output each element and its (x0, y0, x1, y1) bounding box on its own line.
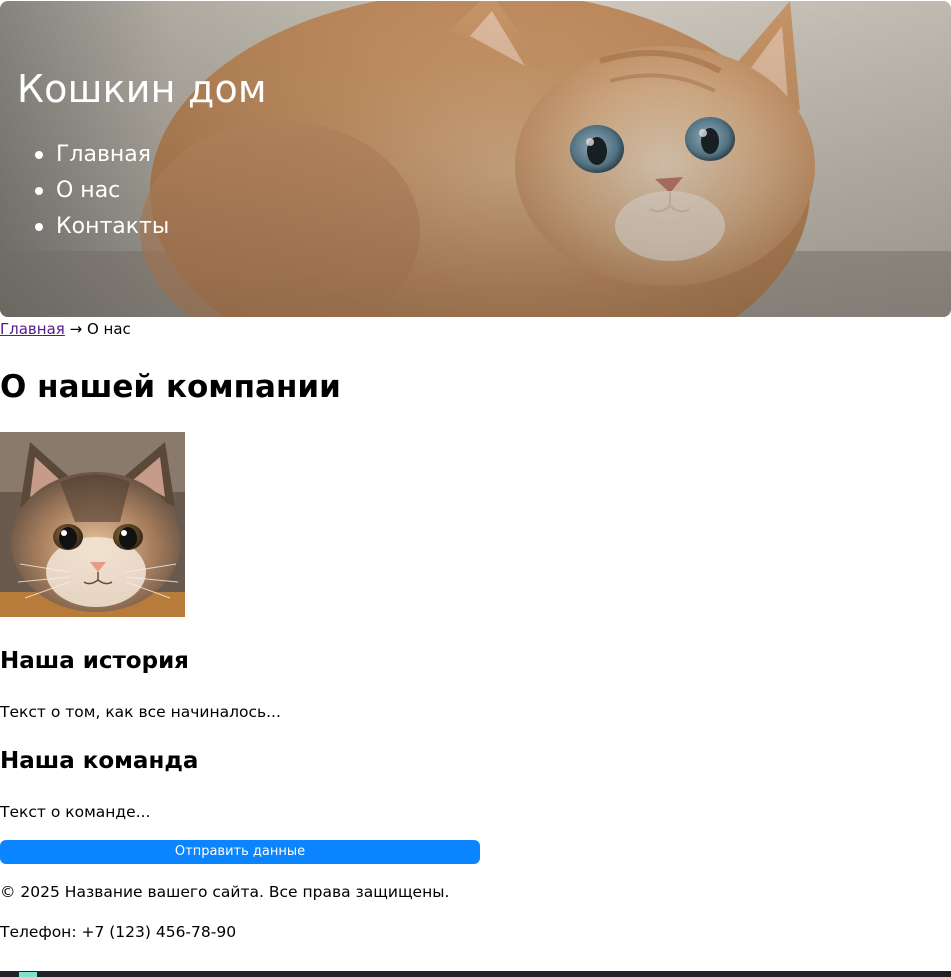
nav-item-contacts[interactable]: Контакты (35, 209, 169, 245)
site-title: Кошкин дом (17, 67, 267, 111)
page: Кошкин дом Главная О нас Контакты Главна… (0, 0, 951, 977)
cat-photo (0, 432, 185, 617)
footer-copyright: © 2025 Название вашего сайта. Все права … (0, 883, 450, 901)
page-title: О нашей компании (0, 369, 341, 405)
bullet-icon (35, 223, 43, 231)
bottom-bar (0, 971, 951, 977)
main-nav: Главная О нас Контакты (0, 137, 169, 245)
breadcrumb: Главная → О нас (0, 319, 131, 339)
section-text-team: Текст о команде... (0, 803, 151, 821)
site-header: Кошкин дом Главная О нас Контакты (0, 1, 951, 317)
nav-link-about[interactable]: О нас (56, 178, 120, 203)
nav-link-contacts[interactable]: Контакты (56, 214, 169, 239)
arrow-right-icon: → (69, 320, 83, 338)
nav-item-home[interactable]: Главная (35, 137, 169, 173)
bottom-bar-marker (19, 972, 37, 977)
section-text-history: Текст о том, как все начиналось... (0, 703, 281, 721)
nav-link-home[interactable]: Главная (56, 142, 151, 167)
footer-phone: Телефон: +7 (123) 456-78-90 (0, 923, 237, 941)
nav-item-about[interactable]: О нас (35, 173, 169, 209)
section-heading-team: Наша команда (0, 748, 199, 774)
submit-data-button[interactable]: Отправить данные (0, 840, 480, 864)
bullet-icon (35, 187, 43, 195)
breadcrumb-current: О нас (86, 320, 131, 338)
bullet-icon (35, 151, 43, 159)
section-heading-history: Наша история (0, 648, 189, 674)
breadcrumb-home-link[interactable]: Главная (0, 320, 65, 338)
